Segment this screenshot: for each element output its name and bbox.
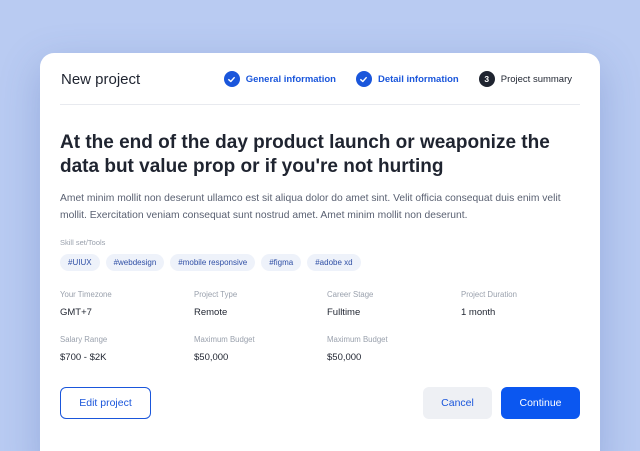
skill-tag: #figma xyxy=(261,254,302,271)
career-stage-field: Career Stage Fulltime xyxy=(327,290,373,318)
maximum-budget-field: Maximum Budget $50,000 xyxy=(194,335,255,363)
skills-label: Skill set/Tools xyxy=(60,238,106,247)
field-value: $50,000 xyxy=(327,352,362,363)
timezone-field: Your Timezone GMT+7 xyxy=(60,290,112,318)
step-number: 3 xyxy=(478,71,495,87)
project-headline: At the end of the day product launch or … xyxy=(60,132,550,177)
step-label: Project summary xyxy=(500,73,572,85)
cancel-button[interactable]: Cancel xyxy=(423,387,492,419)
field-value: Fulltime xyxy=(327,307,361,318)
step-detail-information[interactable]: Detail information xyxy=(355,71,459,87)
field-value: $700 - $2K xyxy=(60,352,107,363)
header-divider xyxy=(60,104,580,105)
field-value: Remote xyxy=(194,307,228,318)
maximum-budget-field: Maximum Budget $50,000 xyxy=(327,335,388,363)
step-label: General information xyxy=(245,73,336,85)
continue-button[interactable]: Continue xyxy=(501,387,580,419)
field-label: Maximum Budget xyxy=(327,335,388,344)
project-duration-field: Project Duration 1 month xyxy=(461,290,517,318)
field-value: GMT+7 xyxy=(60,307,92,318)
skill-tag: #adobe xd xyxy=(307,254,361,271)
field-label: Project Type xyxy=(194,290,238,299)
project-card: New project General information Detail i… xyxy=(40,53,600,451)
field-label: Your Timezone xyxy=(60,290,112,299)
skill-tag: #webdesign xyxy=(105,254,165,271)
skill-tags: #UIUX #webdesign #mobile responsive #fig… xyxy=(60,254,367,271)
project-description: Amet minim mollit non deserunt ullamco e… xyxy=(60,193,561,221)
step-project-summary[interactable]: 3 Project summary xyxy=(478,71,572,87)
skill-tag: #UIUX xyxy=(60,254,100,271)
step-general-information[interactable]: General information xyxy=(223,71,336,87)
field-value: $50,000 xyxy=(194,352,229,363)
card-header: New project General information Detail i… xyxy=(40,53,600,105)
field-label: Career Stage xyxy=(327,290,374,299)
project-type-field: Project Type Remote xyxy=(194,290,237,318)
step-label: Detail information xyxy=(377,73,459,85)
field-label: Salary Range xyxy=(60,335,108,344)
salary-range-field: Salary Range $700 - $2K xyxy=(60,335,107,363)
check-icon xyxy=(223,71,240,87)
page-title: New project xyxy=(61,71,141,88)
field-label: Maximum Budget xyxy=(194,335,255,344)
check-icon xyxy=(355,71,372,87)
edit-project-button[interactable]: Edit project xyxy=(60,387,151,419)
field-value: 1 month xyxy=(461,307,496,318)
field-label: Project Duration xyxy=(461,290,517,299)
stepper: General information Detail information 3… xyxy=(223,71,572,87)
skill-tag: #mobile responsive xyxy=(170,254,256,271)
